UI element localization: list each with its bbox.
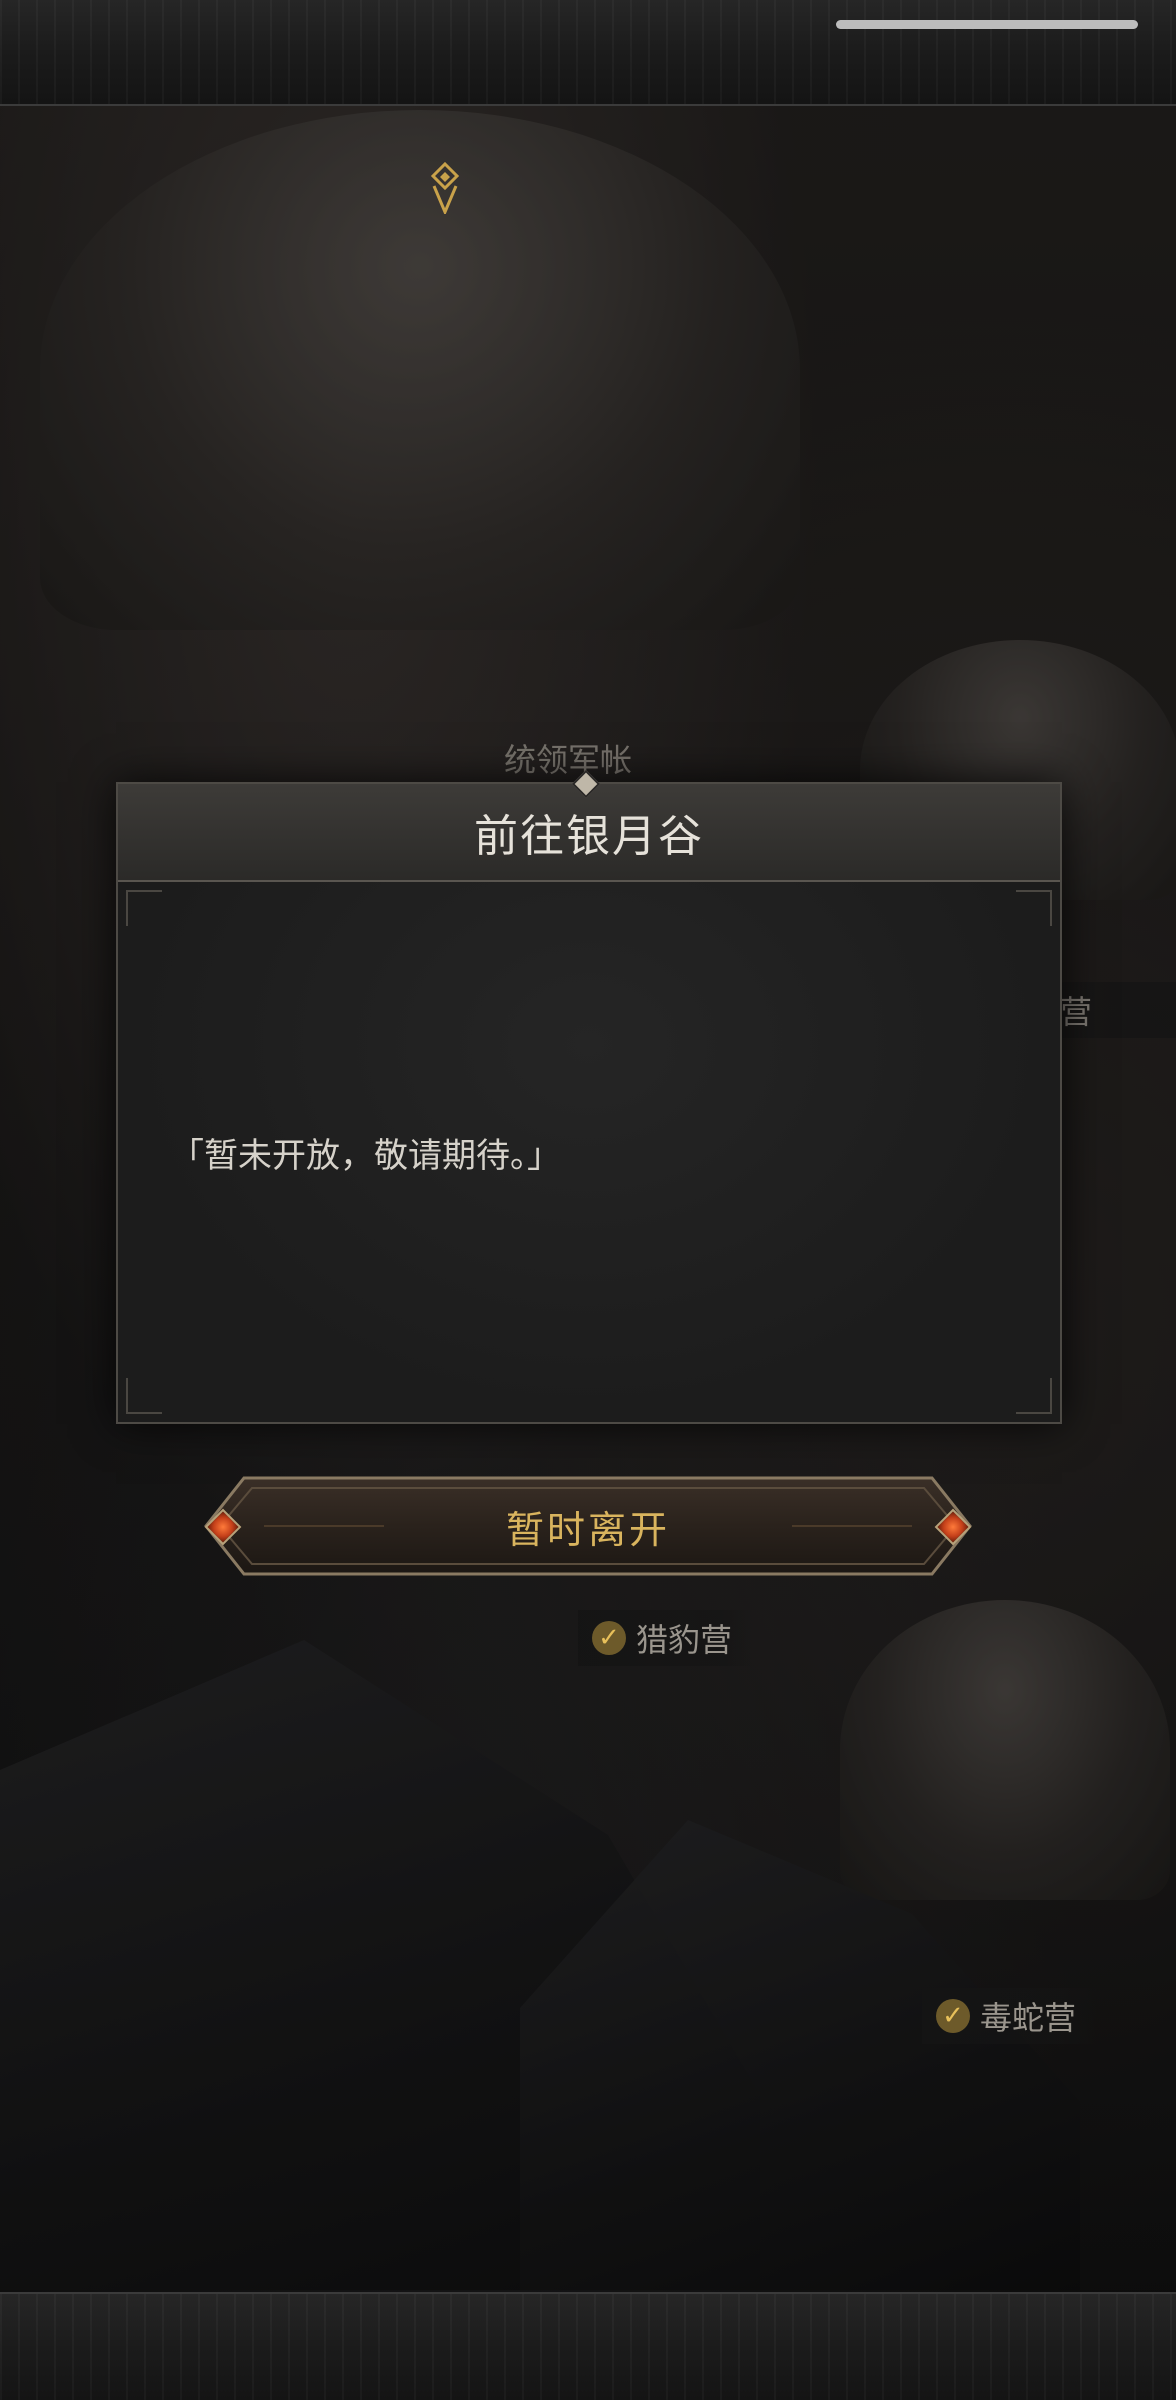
corner-ornament-icon [1016,1378,1052,1414]
map-label-text: 毒蛇营 [980,1999,1077,2037]
leave-button-label: 暂时离开 [505,1507,670,1552]
marker-shape-icon [430,161,460,216]
top-ornate-bar [0,0,1176,106]
dialog-title: 前往银月谷 [474,811,704,862]
dialog-message: 「暂未开放，敬请期待。」 [170,1136,561,1176]
dialog-panel: 前往银月谷 「暂未开放，敬请期待。」 [116,769,1062,1424]
map-label-text: 营 [1060,993,1093,1031]
check-icon: ✓ [936,1999,970,2033]
corner-ornament-icon [126,1378,162,1414]
dialog-body: 「暂未开放，敬请期待。」 [118,882,1060,1422]
check-icon: ✓ [592,1621,626,1655]
corner-ornament-icon [126,890,162,926]
game-screen: 统领军帐 营 ✓ 猎豹营 ✓ 毒蛇营 前往银月谷 「暂未开放，敬请期待。」 暂时… [0,0,1176,2400]
leave-button[interactable]: 暂时离开 [184,1474,992,1578]
map-location-marker-icon[interactable] [430,161,460,216]
map-label-viper-camp[interactable]: ✓ 毒蛇营 [922,1988,1099,2044]
corner-ornament-icon [1016,890,1052,926]
scene-tent-large [40,110,800,630]
bottom-ornate-bar [0,2292,1176,2400]
home-indicator[interactable] [836,20,1138,29]
map-label-commander-tent[interactable]: 统领军帐 [490,730,654,786]
scene-tent-lower [840,1600,1170,1900]
map-label-text: 猎豹营 [636,1621,733,1659]
dialog-header: 前往银月谷 [118,784,1060,882]
map-label-leopard-camp[interactable]: ✓ 猎豹营 [578,1610,755,1666]
map-label-text: 统领军帐 [504,741,633,779]
